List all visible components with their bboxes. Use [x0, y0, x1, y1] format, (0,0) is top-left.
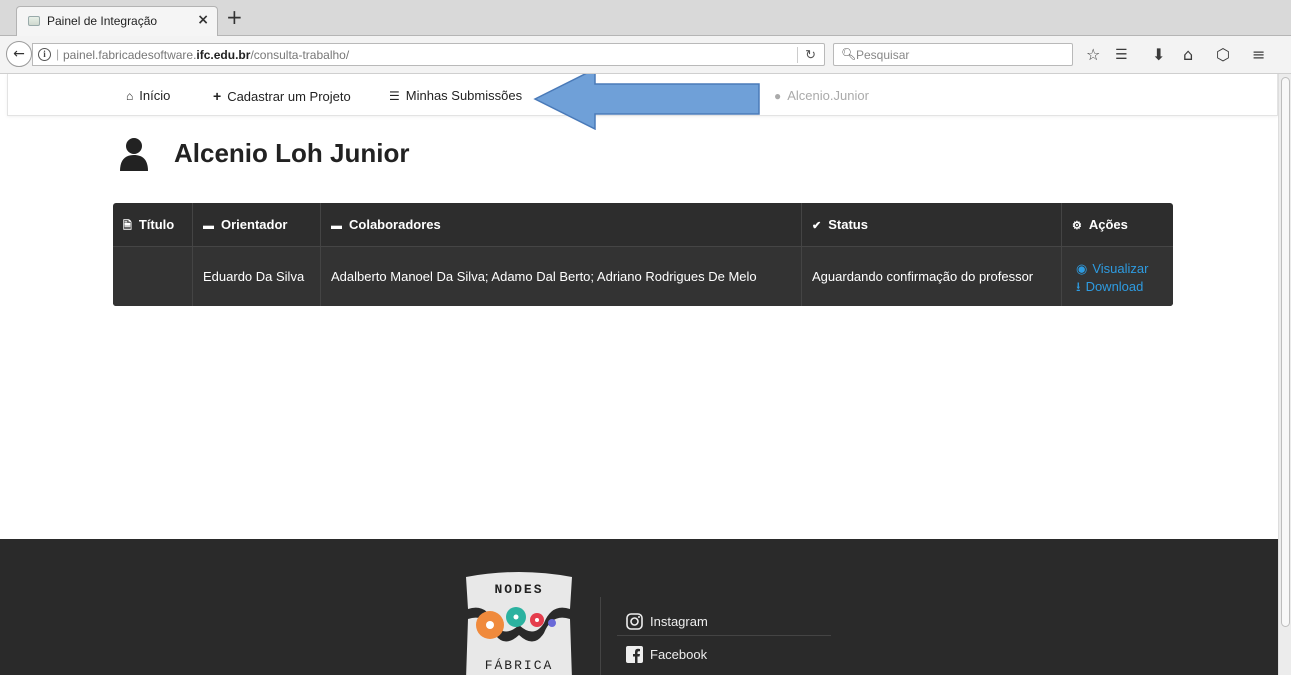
pocket-icon[interactable]: ⬡	[1216, 44, 1230, 66]
file-icon: 🗎︎	[123, 220, 132, 232]
nav-inicio[interactable]: ⌂ Início	[126, 88, 170, 103]
scrollbar-thumb[interactable]	[1281, 77, 1290, 627]
page-title: Alcenio Loh Junior	[174, 138, 410, 168]
browser-tab[interactable]: Painel de Integração ×	[16, 6, 218, 36]
reload-icon[interactable]: ↻	[797, 47, 816, 63]
list-icon: ☰	[389, 89, 400, 103]
search-bar[interactable]: 🔍︎ Pesquisar	[833, 43, 1073, 66]
tab-title: Painel de Integração	[47, 14, 158, 28]
instagram-icon	[626, 613, 643, 630]
check-icon: ✔	[812, 220, 822, 232]
bookmark-star-icon[interactable]: ☆	[1086, 44, 1100, 66]
user-icon: ●	[774, 89, 782, 103]
url-separator: |	[56, 47, 60, 61]
gear-icon: ⚙	[1072, 220, 1082, 232]
annotation-arrow	[533, 74, 760, 130]
cell-status: Aguardando confirmação do professor	[802, 247, 1062, 306]
browser-tabstrip: Painel de Integração × +	[0, 0, 1291, 36]
nav-cadastrar-projeto[interactable]: + Cadastrar um Projeto	[213, 88, 351, 104]
plus-icon: +	[213, 88, 222, 104]
th-colaboradores: ▬ Colaboradores	[321, 203, 802, 246]
instagram-label: Instagram	[650, 614, 708, 629]
menu-icon[interactable]: ≡	[1252, 44, 1265, 66]
svg-text:NODES: NODES	[494, 582, 543, 597]
th-acoes: ⚙ Ações	[1072, 217, 1128, 232]
instagram-link[interactable]: Instagram	[617, 606, 831, 636]
favicon-icon	[28, 16, 40, 26]
search-icon: 🔍︎	[841, 47, 857, 61]
home-icon[interactable]: ⌂	[1183, 44, 1193, 66]
comment-icon: ▬	[331, 220, 342, 232]
facebook-label: Facebook	[650, 647, 708, 662]
reading-list-icon[interactable]: ☰	[1115, 44, 1128, 66]
download-icon[interactable]: ⬇	[1152, 44, 1165, 66]
new-tab-button[interactable]: +	[226, 7, 243, 27]
th-status: ✔ Status	[802, 203, 1062, 246]
facebook-icon	[626, 646, 643, 663]
download-icon: ⭳	[1076, 279, 1081, 294]
nodes-fabrica-logo: NODES FÁBRICA	[466, 572, 572, 675]
nav-user[interactable]: ● Alcenio.Junior	[774, 88, 869, 103]
url-bar[interactable]: i | painel.fabricadesoftware.ifc.edu.br/…	[32, 43, 825, 66]
user-icon	[120, 138, 148, 171]
info-icon[interactable]: i	[38, 48, 51, 61]
home-icon: ⌂	[126, 89, 134, 103]
visualizar-link[interactable]: ◉ Visualizar	[1076, 261, 1148, 277]
footer-divider	[600, 597, 601, 675]
cell-orientador: Eduardo Da Silva	[193, 247, 321, 306]
download-link[interactable]: ⭳ Download	[1076, 278, 1143, 300]
facebook-link[interactable]: Facebook	[617, 639, 831, 669]
url-text: painel.fabricadesoftware.ifc.edu.br/cons…	[63, 48, 350, 62]
th-orientador: ▬ Orientador	[193, 203, 321, 246]
footer: NODES FÁBRICA Instagram Facebook	[0, 539, 1278, 675]
svg-text:FÁBRICA: FÁBRICA	[485, 658, 554, 673]
back-icon[interactable]: ←	[6, 41, 32, 67]
comment-icon: ▬	[203, 220, 214, 232]
page-content: ⌂ Início + Cadastrar um Projeto ☰ Minhas Su…	[0, 74, 1278, 675]
cell-colaboradores: Adalberto Manoel Da Silva; Adamo Dal Ber…	[321, 247, 802, 306]
page-scrollbar[interactable]	[1278, 74, 1291, 675]
tab-close-icon[interactable]: ×	[197, 12, 209, 28]
search-placeholder: Pesquisar	[856, 48, 910, 62]
th-titulo: 🗎︎ Título	[113, 203, 193, 246]
cell-titulo	[113, 247, 193, 306]
submissions-table: 🗎︎ Título ▬ Orientador ▬ Colaboradores ✔ Sta…	[113, 203, 1173, 306]
nav-minhas-submissoes[interactable]: ☰ Minhas Submissões	[389, 88, 522, 103]
eye-icon: ◉	[1076, 261, 1088, 276]
